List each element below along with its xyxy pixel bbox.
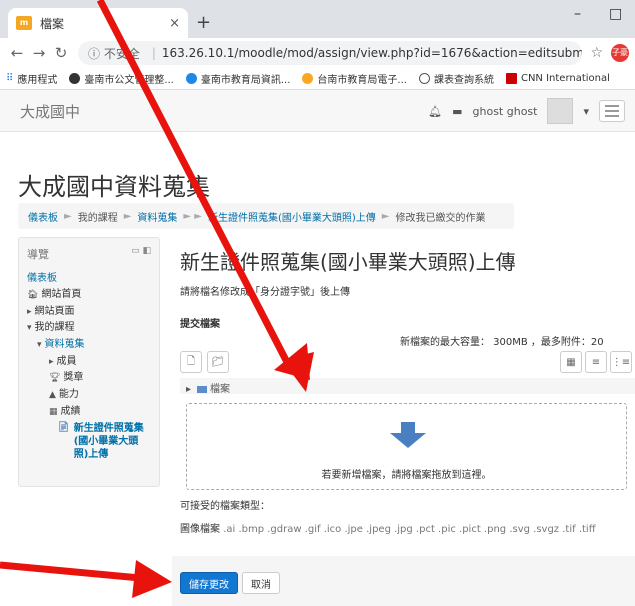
create-folder-icon[interactable]: 📁︎ (207, 351, 229, 373)
dropzone-text: 若要新增檔案，請將檔案拖放到這裡。 (321, 470, 492, 481)
bookmark-item[interactable]: 臺南市公文管理整... (69, 71, 174, 86)
breadcrumb-item[interactable]: 資料蒐集 (137, 209, 177, 224)
annotation-arrow-to-save (0, 560, 172, 598)
cnn-icon (505, 73, 517, 84)
minimize-button[interactable]: – (574, 6, 581, 22)
max-size-note: 新檔案的最大容量： 300MB ，最多附件：20 (400, 337, 604, 348)
types-extensions: .ai .bmp .gdraw .gif .ico .jpe .jpeg .jp… (223, 524, 596, 535)
form-buttons: 儲存更改 取消 (172, 556, 635, 606)
site-navbar: 大成國中 🔔︎ ▬ ghost ghost ▾ (0, 90, 635, 132)
new-tab-button[interactable]: + (196, 12, 211, 33)
tab-close-icon[interactable]: × (169, 16, 180, 31)
collapsed-arrow-icon: ▸ (49, 356, 54, 367)
reload-icon[interactable]: ↻ (50, 44, 72, 62)
user-menu-caret-icon[interactable]: ▾ (583, 105, 589, 118)
nav-site-pages[interactable]: ▸ 網站頁面 (27, 305, 151, 319)
trophy-icon: 🏆︎ (49, 373, 61, 384)
nav-course[interactable]: ▾ 資料蒐集 (27, 338, 151, 352)
nav-competencies[interactable]: ▲ 能力 (27, 388, 151, 402)
list-view-icon[interactable]: ≡ (585, 351, 607, 373)
bookmark-item[interactable]: 台南市教育局電子... (302, 71, 407, 86)
expanded-arrow-icon: ▾ (27, 323, 32, 334)
page-heading: 大成國中資料蒐集 (18, 173, 210, 201)
types-label: 圖像檔案 (180, 524, 220, 535)
globe-icon (418, 73, 430, 84)
breadcrumb-separator: ► (64, 210, 72, 222)
moodle-favicon-icon: m (16, 16, 32, 30)
save-changes-button[interactable]: 儲存更改 (180, 572, 238, 594)
bookmark-item[interactable]: CNN International (505, 73, 610, 84)
divider: | (151, 46, 156, 60)
section-heading: 提交檔案 (180, 319, 220, 330)
nav-badges[interactable]: 🏆︎ 獎章 (27, 371, 151, 385)
breadcrumb-separator: ► (123, 210, 132, 222)
collapsed-arrow-icon: ▸ (27, 306, 32, 317)
notifications-bell-icon[interactable]: 🔔︎ (428, 105, 442, 118)
nav-my-courses[interactable]: ▾ 我的課程 (27, 321, 151, 335)
assignment-title: 新生證件照蒐集(國小畢業大頭照)上傳 (180, 250, 516, 274)
folder-icon (197, 386, 208, 393)
forward-icon[interactable]: → (28, 44, 50, 62)
file-dropzone[interactable]: 若要新增檔案，請將檔案拖放到這裡。 (186, 403, 627, 490)
filepicker-path: ▸ 檔案 (180, 378, 635, 395)
add-file-icon[interactable]: 🗋︎ (180, 351, 202, 373)
accepted-types: 圖像檔案 .ai .bmp .gdraw .gif .ico .jpe .jpe… (180, 520, 596, 535)
nav-members[interactable]: ▸ 成員 (27, 355, 151, 369)
path-arrow-icon: ▸ (186, 384, 192, 395)
breadcrumb: 儀表板 ► 我的課程 ► 資料蒐集 ► ► 新生證件照蒐集(國小畢業大頭照)上傳 ► 修… (18, 203, 514, 229)
url-text: 163.26.10.1/moodle/mod/assign/view.php?i… (161, 46, 583, 60)
browser-toolbar: ← → ↻ ⓘ 不安全 | 163.26.10.1/moodle/mod/ass… (0, 38, 635, 68)
cancel-button[interactable]: 取消 (242, 572, 280, 594)
maximize-button[interactable]: □ (609, 6, 622, 22)
home-icon: 🏠︎ (27, 290, 39, 300)
bookmark-apps[interactable]: ⠿ 應用程式 (6, 71, 57, 86)
bookmark-item[interactable]: 課表查詢系統 (418, 71, 494, 86)
breadcrumb-current: 修改我已繳交的作業 (395, 212, 486, 224)
filepicker-toolbar: 🗋︎ 📁︎ ▦ ≡ ⋮≡ (180, 348, 635, 376)
address-bar[interactable]: ⓘ 不安全 | 163.26.10.1/moodle/mod/assign/vi… (78, 41, 583, 65)
block-controls-icon[interactable]: ▭ ◧ (131, 246, 151, 262)
assignment-icon: 📄︎ (57, 421, 70, 433)
hamburger-menu-button[interactable] (599, 100, 625, 122)
user-name[interactable]: ghost ghost (473, 105, 538, 118)
site-brand[interactable]: 大成國中 (20, 101, 80, 122)
bookmark-item[interactable]: 臺南市教育局資訊... (185, 71, 290, 86)
apps-grid-icon: ⠿ (6, 73, 14, 84)
breadcrumb-separator: ► ► (183, 210, 202, 222)
expanded-arrow-icon: ▾ (37, 340, 42, 351)
globe-icon (69, 73, 81, 84)
nav-dashboard[interactable]: 儀表板 (27, 272, 151, 285)
tree-view-icon[interactable]: ⋮≡ (610, 351, 632, 373)
competency-icon: ▲ (49, 390, 56, 401)
globe-icon (302, 73, 314, 84)
messages-icon[interactable]: ▬ (452, 105, 462, 118)
nav-grades[interactable]: ▦ 成績 (27, 405, 151, 419)
table-icon: ▦ (49, 406, 58, 417)
tab-title: 檔案 (40, 16, 65, 31)
assignment-intro: 請將檔名修改成「身分證字號」後上傳 (180, 287, 350, 298)
breadcrumb-item[interactable]: 我的課程 (78, 209, 118, 224)
bookmarks-bar: ⠿ 應用程式 臺南市公文管理整... 臺南市教育局資訊... 台南市教育局電子..… (0, 68, 635, 90)
globe-icon (185, 73, 197, 84)
bookmark-star-icon[interactable]: ☆ (590, 45, 603, 61)
navigation-block: 導覽 ▭ ◧ 儀表板 🏠︎ 網站首頁 ▸ 網站頁面 ▾ 我的課程 ▾ 資料蒐集 ▸ 成員 … (18, 237, 160, 487)
download-arrow-icon (390, 422, 426, 448)
nav-site-home[interactable]: 🏠︎ 網站首頁 (27, 288, 151, 302)
accepted-types-label: 可接受的檔案類型： (180, 501, 270, 512)
security-indicator[interactable]: ⓘ 不安全 (88, 45, 140, 62)
breadcrumb-item[interactable]: 新生證件照蒐集(國小畢業大頭照)上傳 (208, 209, 376, 224)
browser-tabstrip: m 檔案 × + – □ (0, 0, 635, 38)
breadcrumb-separator: ► (381, 210, 390, 222)
navbar-right: 🔔︎ ▬ ghost ghost ▾ (428, 98, 625, 124)
browser-tab[interactable]: m 檔案 × (8, 8, 188, 38)
icon-view-icon[interactable]: ▦ (560, 351, 582, 373)
user-avatar[interactable] (547, 98, 574, 124)
profile-avatar[interactable]: 子豪 (611, 44, 629, 62)
nav-active-assignment[interactable]: 📄︎ 新生證件照蒐集(國小畢業大頭照)上傳 (27, 422, 151, 461)
block-title: 導覽 (27, 248, 49, 261)
breadcrumb-item[interactable]: 儀表板 (28, 209, 58, 224)
back-icon[interactable]: ← (6, 44, 28, 62)
